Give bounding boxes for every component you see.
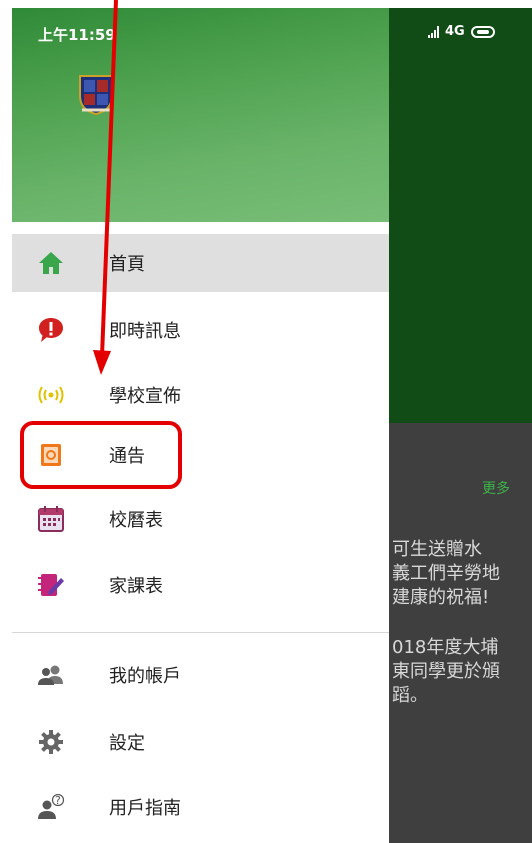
annotation-arrow-icon	[93, 0, 118, 375]
